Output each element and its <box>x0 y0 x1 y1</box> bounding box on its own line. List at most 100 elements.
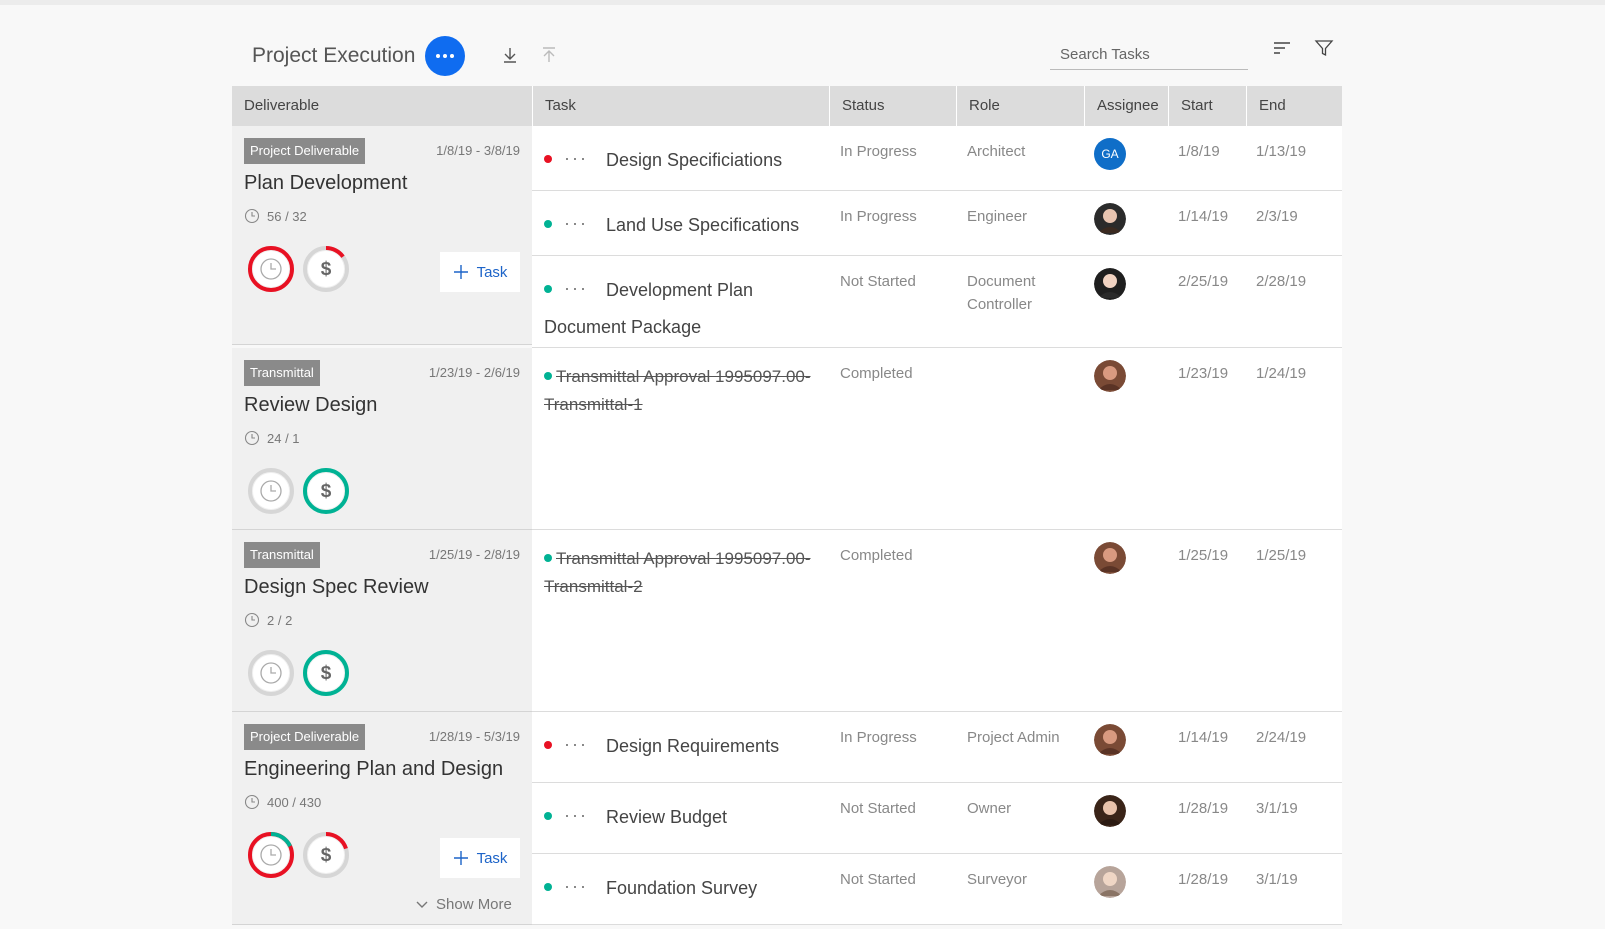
task-name-cell[interactable]: ··· Development Plan Document Package <box>544 272 829 345</box>
task-name[interactable]: Transmittal Approval 1995097.00-Transmit… <box>544 367 811 414</box>
status-dot <box>544 285 552 294</box>
assignee-avatar[interactable] <box>1094 866 1126 898</box>
task-status: Completed <box>840 365 913 382</box>
show-more-label: Show More <box>436 896 512 913</box>
task-end-date: 1/13/19 <box>1256 143 1307 160</box>
task-end-date: 1/24/19 <box>1256 365 1307 382</box>
plus-icon <box>453 851 468 865</box>
deliverable-hours: 56 / 32 <box>244 208 307 224</box>
deliverable-card[interactable]: Transmittal 1/23/19 - 2/6/19 Review Desi… <box>232 348 532 530</box>
deliverable-title[interactable]: Review Design <box>244 394 377 417</box>
task-menu-icon[interactable]: ··· <box>564 270 588 306</box>
task-name[interactable]: Foundation Survey <box>606 878 757 898</box>
task-row[interactable]: ··· Design Specificiations In Progress Ar… <box>532 126 1342 191</box>
assignee-avatar[interactable] <box>1094 203 1126 235</box>
task-row[interactable]: ··· Foundation Survey Not Started Surveyo… <box>532 854 1342 925</box>
task-menu-icon[interactable]: ··· <box>564 726 588 762</box>
task-row[interactable]: ··· Development Plan Document Package Not… <box>532 256 1342 348</box>
task-row[interactable]: ··· Review Budget Not Started Owner 1/28/… <box>532 783 1342 854</box>
svg-text:$: $ <box>321 845 332 866</box>
deliverable-dates: 1/28/19 - 5/3/19 <box>428 729 520 744</box>
budget-progress-ring: $ <box>301 244 351 294</box>
budget-progress-ring: $ <box>301 830 351 880</box>
add-task-button[interactable]: Task <box>440 252 520 292</box>
schedule-progress-ring <box>246 244 296 294</box>
task-role: Document Controller <box>967 273 1036 313</box>
task-assignee[interactable] <box>1094 360 1126 392</box>
task-name-cell[interactable]: Transmittal Approval 1995097.00-Transmit… <box>544 545 829 601</box>
task-end-date: 3/1/19 <box>1256 800 1298 817</box>
task-assignee[interactable] <box>1094 268 1126 300</box>
task-name-cell[interactable]: ··· Design Specificiations <box>544 142 829 179</box>
deliverable-card[interactable]: Project Deliverable 1/28/19 - 5/3/19 Eng… <box>232 712 532 925</box>
show-more-button[interactable]: Show More <box>416 896 512 913</box>
task-assignee[interactable] <box>1094 795 1126 827</box>
add-task-button[interactable]: Task <box>440 838 520 878</box>
schedule-progress-ring <box>246 466 296 516</box>
schedule-progress-ring <box>246 648 296 698</box>
assignee-avatar[interactable] <box>1094 268 1126 300</box>
deliverable-title[interactable]: Plan Development <box>244 172 407 195</box>
column-header-task[interactable]: Task <box>533 86 830 126</box>
svg-text:$: $ <box>321 481 332 502</box>
task-row[interactable]: Transmittal Approval 1995097.00-Transmit… <box>532 530 1342 712</box>
status-dot <box>544 553 552 562</box>
task-name-cell[interactable]: ··· Land Use Specifications <box>544 207 829 244</box>
column-header-deliverable[interactable]: Deliverable <box>232 86 533 126</box>
assignee-avatar[interactable] <box>1094 542 1126 574</box>
task-start-date: 1/25/19 <box>1178 547 1229 564</box>
upload-icon[interactable] <box>539 45 559 65</box>
column-header-start[interactable]: Start <box>1169 86 1247 126</box>
task-assignee[interactable] <box>1094 542 1126 574</box>
download-icon[interactable] <box>500 45 520 65</box>
task-status: In Progress <box>840 143 917 160</box>
sort-icon[interactable] <box>1272 38 1292 58</box>
column-header-end[interactable]: End <box>1247 86 1342 126</box>
task-menu-icon[interactable]: ··· <box>564 140 588 176</box>
column-header-role[interactable]: Role <box>957 86 1085 126</box>
task-name-cell[interactable]: ··· Review Budget <box>544 799 829 836</box>
plus-icon <box>453 265 468 279</box>
column-header-status[interactable]: Status <box>830 86 957 126</box>
task-start-date: 1/28/19 <box>1178 871 1229 888</box>
task-name[interactable]: Review Budget <box>606 807 727 827</box>
column-header-assignee[interactable]: Assignee <box>1085 86 1169 126</box>
task-status: In Progress <box>840 729 917 746</box>
task-end-date: 2/28/19 <box>1256 273 1307 290</box>
task-name[interactable]: Transmittal Approval 1995097.00-Transmit… <box>544 549 811 596</box>
task-row[interactable]: ··· Design Requirements In Progress Proje… <box>532 712 1342 783</box>
task-name-cell[interactable]: ··· Foundation Survey <box>544 870 829 907</box>
task-name-cell[interactable]: ··· Design Requirements <box>544 728 829 765</box>
task-row[interactable]: ··· Land Use Specifications In Progress E… <box>532 191 1342 256</box>
deliverable-card[interactable]: Transmittal 1/25/19 - 2/8/19 Design Spec… <box>232 530 532 712</box>
status-dot <box>544 220 552 229</box>
deliverable-title[interactable]: Engineering Plan and Design <box>244 758 503 781</box>
more-actions-button[interactable] <box>425 36 465 76</box>
task-assignee[interactable] <box>1094 724 1126 756</box>
assignee-avatar[interactable] <box>1094 795 1126 827</box>
task-grid: Deliverable Task Status Role Assignee St… <box>232 86 1342 929</box>
task-role: Owner <box>967 800 1012 817</box>
task-name[interactable]: Design Requirements <box>606 736 779 756</box>
task-menu-icon[interactable]: ··· <box>564 797 588 833</box>
task-assignee[interactable]: GA <box>1094 138 1126 170</box>
task-assignee[interactable] <box>1094 203 1126 235</box>
task-menu-icon[interactable]: ··· <box>564 868 588 904</box>
assignee-avatar[interactable] <box>1094 724 1126 756</box>
more-icon <box>436 54 454 58</box>
assignee-initials[interactable]: GA <box>1094 138 1126 170</box>
assignee-avatar[interactable] <box>1094 360 1126 392</box>
clock-icon <box>244 794 260 810</box>
task-name[interactable]: Design Specificiations <box>606 150 782 170</box>
search-input[interactable] <box>1050 40 1248 70</box>
deliverable-card[interactable]: Project Deliverable 1/8/19 - 3/8/19 Plan… <box>232 126 532 345</box>
task-name[interactable]: Land Use Specifications <box>606 215 799 235</box>
task-name-cell[interactable]: Transmittal Approval 1995097.00-Transmit… <box>544 363 829 419</box>
filter-icon[interactable] <box>1314 38 1334 58</box>
task-menu-icon[interactable]: ··· <box>564 205 588 241</box>
task-end-date: 2/24/19 <box>1256 729 1307 746</box>
task-assignee[interactable] <box>1094 866 1126 898</box>
deliverable-title[interactable]: Design Spec Review <box>244 576 429 599</box>
task-start-date: 2/25/19 <box>1178 273 1229 290</box>
task-row[interactable]: Transmittal Approval 1995097.00-Transmit… <box>532 348 1342 530</box>
